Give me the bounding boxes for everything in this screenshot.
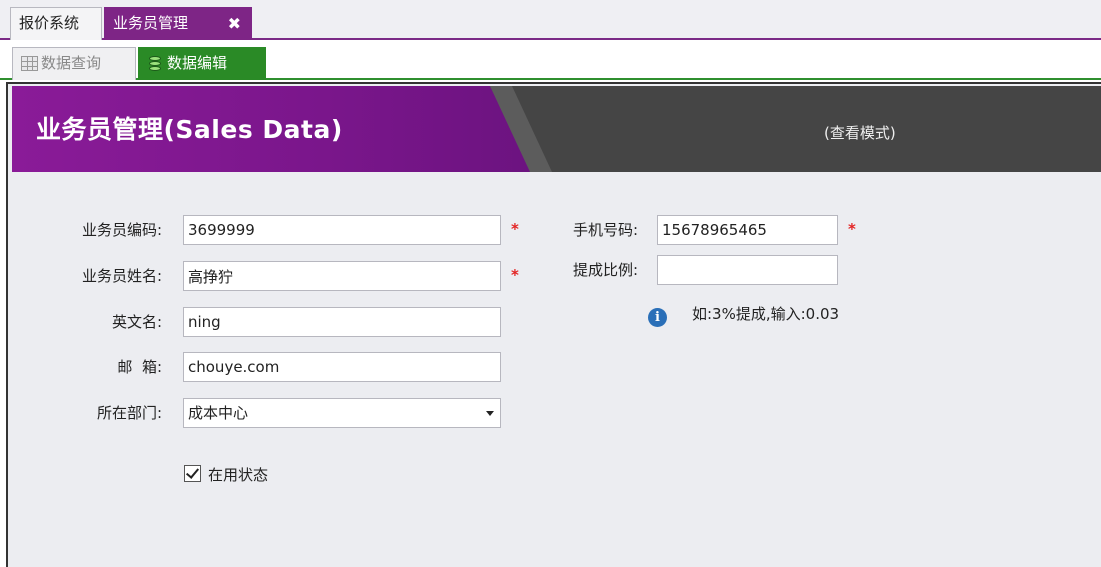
close-icon[interactable]: ✖ <box>228 8 241 39</box>
active-status-checkbox[interactable] <box>184 465 201 482</box>
commission-label: 提成比例: <box>572 261 638 279</box>
code-label: 业务员编码: <box>81 221 162 239</box>
top-tab-bar: 报价系统 业务员管理 ✖ <box>0 0 1101 40</box>
edit-panel: 业务员管理(Sales Data) (查看模式) <box>6 82 1101 567</box>
phone-label: 手机号码: <box>572 221 638 239</box>
page-title: 业务员管理(Sales Data) <box>36 115 343 144</box>
name-label: 业务员姓名: <box>81 267 162 285</box>
name-input[interactable] <box>183 261 501 291</box>
department-select[interactable]: 成本中心 <box>183 398 501 428</box>
chevron-down-icon[interactable] <box>486 411 494 416</box>
commission-input[interactable] <box>657 255 838 285</box>
department-label: 所在部门: <box>96 404 162 422</box>
tab-data-edit[interactable]: 数据编辑 <box>138 47 266 80</box>
tab-data-query[interactable]: 数据查询 <box>12 47 136 80</box>
header-banner: 业务员管理(Sales Data) (查看模式) <box>12 86 1101 172</box>
commission-hint: 如:3%提成,输入:0.03 <box>692 305 840 323</box>
phone-input[interactable] <box>657 215 838 245</box>
english-name-input[interactable] <box>183 307 501 337</box>
tab-label: 业务员管理 <box>113 14 189 32</box>
database-edit-icon <box>147 56 164 71</box>
tab-salesperson-management[interactable]: 业务员管理 ✖ <box>104 7 252 40</box>
tab-quote-system[interactable]: 报价系统 <box>10 7 102 40</box>
required-marker: * <box>848 220 856 238</box>
sub-tab-bar: 数据查询 数据编辑 <box>0 42 1101 80</box>
view-mode-label: (查看模式) <box>824 124 896 142</box>
tab-label: 数据查询 <box>41 54 102 72</box>
active-status-label[interactable]: 在用状态 <box>208 464 268 485</box>
grid-icon <box>21 56 38 71</box>
tab-label: 报价系统 <box>19 14 80 32</box>
info-icon: i <box>648 308 667 327</box>
required-marker: * <box>511 220 519 238</box>
code-input[interactable] <box>183 215 501 245</box>
tab-label: 数据编辑 <box>167 54 228 72</box>
english-name-label: 英文名: <box>111 313 162 331</box>
email-label: 邮 箱: <box>117 358 162 376</box>
department-selected-value: 成本中心 <box>188 404 249 422</box>
email-input[interactable] <box>183 352 501 382</box>
required-marker: * <box>511 266 519 284</box>
